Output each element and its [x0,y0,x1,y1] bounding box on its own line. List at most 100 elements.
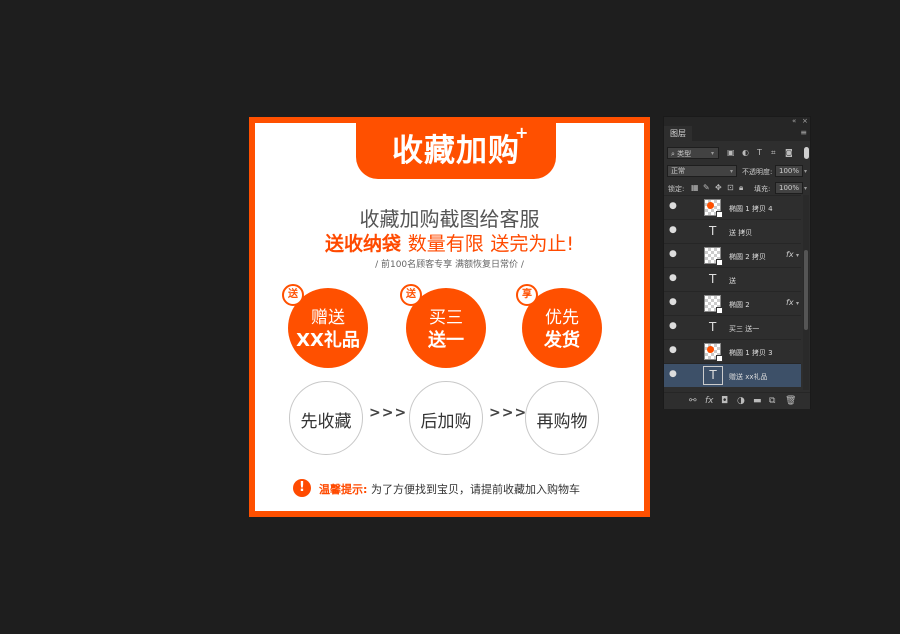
benefit-gift-circle: 送 赠送 XX礼品 [282,284,368,368]
benefit-gift-line2: XX礼品 [296,330,360,351]
eye-icon[interactable]: ● [669,274,678,283]
new-layer-icon[interactable]: ⧉ [769,396,775,406]
step-purchase: 再购物 [525,381,599,455]
layer-row[interactable]: ● T 送 [664,267,801,291]
collapse-icon[interactable]: « [792,117,796,126]
filter-pixel-icon[interactable]: ▣ [727,148,735,157]
layer-name: 椭圆 2 [729,301,750,309]
layer-name: 送 拷贝 [729,229,753,237]
filter-adjustment-icon[interactable]: ◐ [742,148,749,157]
filter-shape-icon[interactable]: ⌗ [771,148,776,158]
step-add-cart: 后加购 [409,381,483,455]
filter-kind-value: 类型 [677,150,692,158]
layers-list: ● 椭圆 1 拷贝 4 ● T 送 拷贝 ● 椭圆 2 拷贝 fx ▾ ● T … [664,195,801,390]
panel-menu-icon[interactable]: ≡ [800,128,807,137]
lock-label: 锁定: [668,185,685,193]
eye-icon[interactable]: ● [669,202,678,211]
link-layers-icon[interactable]: ⚯ [689,396,697,406]
layer-thumbnail [704,343,723,362]
benefit-priority-line2: 发货 [544,330,580,351]
layer-row-selected[interactable]: ● T 赠送 xx礼品 [664,363,801,387]
arrow-1: >>> [369,405,408,421]
eye-icon[interactable]: ● [669,346,678,355]
layer-name: 椭圆 2 拷贝 [729,253,766,261]
tip-text: 为了方便找到宝贝，请提前收藏加入购物车 [371,483,580,496]
layer-row[interactable]: ● 椭圆 2 拷贝 fx ▾ [664,243,801,267]
text-layer-icon: T [703,366,723,385]
add-style-icon[interactable]: fx [705,396,714,406]
plus-mark: + [515,123,529,142]
step-add-cart-label: 后加购 [420,412,472,432]
delete-layer-icon[interactable]: 🗑︎ [785,396,796,406]
headline-primary: 收藏加购截图给客服 [359,207,540,231]
new-adjustment-icon[interactable]: ◑ [737,396,745,406]
scrollbar-thumb[interactable] [804,250,808,330]
layer-thumbnail [704,295,723,314]
layers-panel: « × 图层 ≡ ⌕ 类型 ▾ ▣ ◐ T ⌗ ◙ 正常 ▾ 不透明度: 100… [663,116,811,409]
lock-all-icon[interactable]: 🔒︎ [739,183,743,193]
arrow-2: >>> [489,405,528,421]
blend-mode-select[interactable]: 正常 [667,165,737,177]
artboard-canvas[interactable]: 收藏加购 + 收藏加购截图给客服 送收纳袋 数量有限 送完为止! / 前100名… [249,117,650,517]
eye-icon[interactable]: ● [669,322,678,331]
chevron-down-icon[interactable]: ▾ [796,252,799,259]
layer-name: 赠送 xx礼品 [729,373,768,381]
text-layer-icon: T [709,320,717,334]
step-purchase-label: 再购物 [536,412,588,432]
step-favorite: 先收藏 [289,381,363,455]
benefit-priority-line1: 优先 [545,308,579,328]
benefit-buy3-line2: 送一 [428,330,464,351]
new-group-icon[interactable]: ▬ [753,396,762,406]
lock-transparent-icon[interactable]: ▦ [691,183,699,192]
close-icon[interactable]: × [802,117,808,126]
eye-icon[interactable]: ● [669,226,678,235]
headline-subline: / 前100名顾客专享 满额恢复日常价 / [375,260,524,270]
layer-name: 送 [729,277,736,285]
tab-layers[interactable]: 图层 [664,126,692,141]
layer-name: 椭圆 1 拷贝 4 [729,205,773,213]
panel-footer: ⚯ fx ◘ ◑ ▬ ⧉ 🗑︎ [664,392,810,409]
benefit-buy3-line1: 买三 [429,308,463,328]
layer-row[interactable]: ● 椭圆 1 拷贝 4 [664,195,801,219]
chevron-down-icon: ▾ [804,185,808,192]
add-mask-icon[interactable]: ◘ [721,396,728,406]
offer-gift: 送收纳袋 [325,233,402,255]
text-layer-icon: T [709,272,717,286]
layer-thumbnail [704,247,723,266]
chevron-down-icon: ▾ [804,168,808,175]
panel-title-bar: « × [664,117,810,126]
opacity-label: 不透明度: [742,168,773,176]
layers-scrollbar[interactable] [803,195,809,390]
tip-label: 温馨提示: [319,483,368,496]
eye-icon[interactable]: ● [669,250,678,259]
offer-until-gone: 送完为止! [490,233,574,255]
filter-toggle[interactable] [804,147,809,159]
eye-icon[interactable]: ● [669,370,678,379]
fx-icon[interactable]: fx [786,250,794,259]
fill-input[interactable]: 100% [775,182,803,194]
layer-row[interactable]: ● 椭圆 2 fx ▾ [664,291,801,315]
layer-row[interactable]: ● 椭圆 1 拷贝 3 [664,339,801,363]
filter-type-icon[interactable]: T [757,148,762,157]
chevron-down-icon: ▾ [711,150,715,157]
lock-paint-icon[interactable]: ✎ [703,183,710,192]
filter-smart-object-icon[interactable]: ◙ [785,148,793,157]
fill-label: 填充: [754,185,771,193]
layer-row[interactable]: ● T 买三 送一 [664,315,801,339]
lock-artboard-icon[interactable]: ⊡ [727,183,734,192]
headline-offer: 送收纳袋 数量有限 送完为止! [255,229,644,256]
artboard-content: 收藏加购 + 收藏加购截图给客服 送收纳袋 数量有限 送完为止! / 前100名… [255,117,644,511]
lock-position-icon[interactable]: ✥ [715,183,722,192]
chevron-down-icon[interactable]: ▾ [796,300,799,307]
benefit-buy3-circle: 送 买三 送一 [400,284,486,368]
title-tab: 收藏加购 + [356,117,556,179]
warning-icon: ! [293,479,311,497]
eye-icon[interactable]: ● [669,298,678,307]
layer-name: 买三 送一 [729,325,760,333]
fx-icon[interactable]: fx [786,298,794,307]
benefit-gift-line1: 赠送 [311,308,345,328]
layer-row[interactable]: ● T 送 拷贝 [664,219,801,243]
text-layer-icon: T [709,224,717,238]
panel-tab-bar: 图层 ≡ [664,126,810,141]
opacity-input[interactable]: 100% [775,165,803,177]
